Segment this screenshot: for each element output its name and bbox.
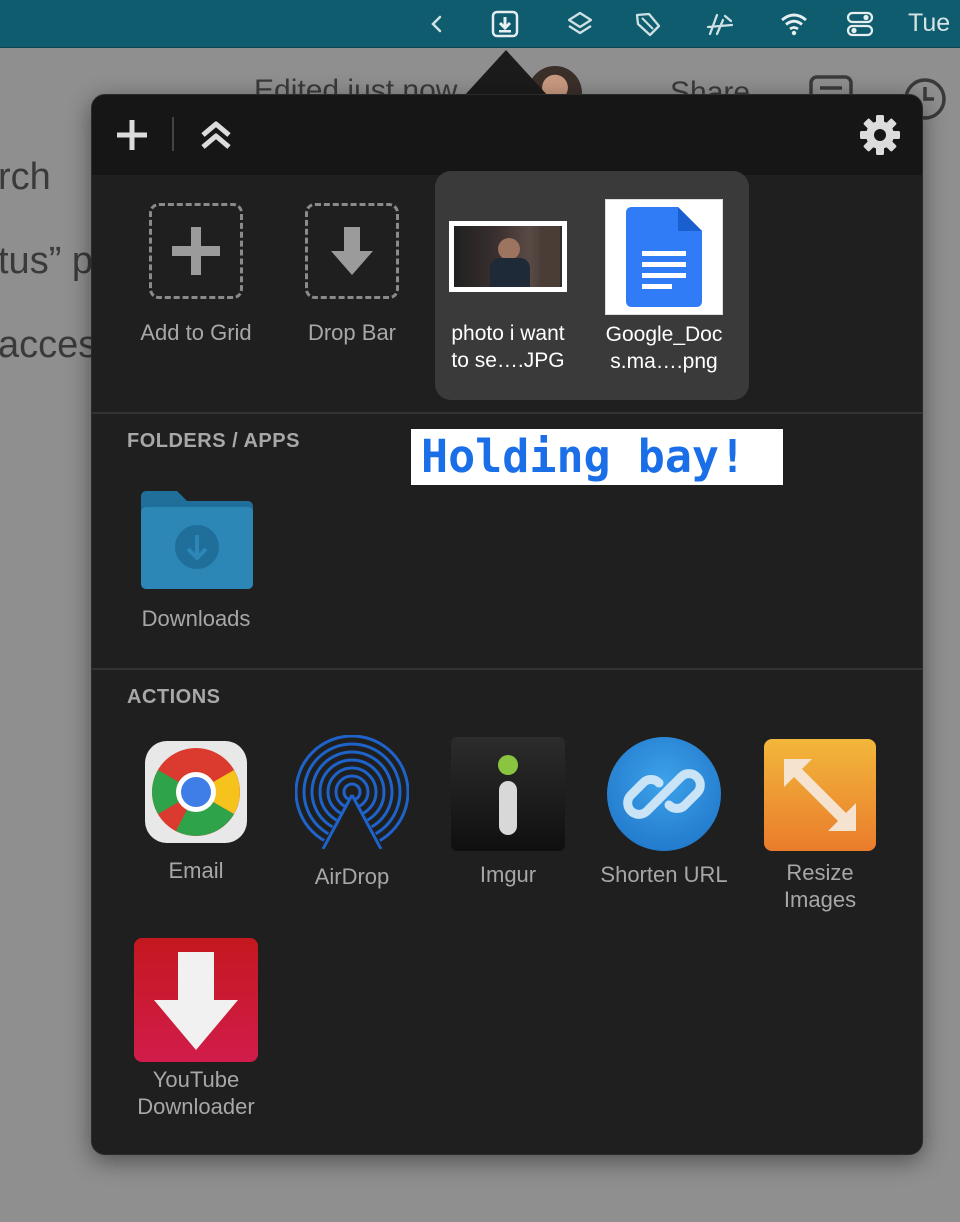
- section-divider: [92, 412, 922, 414]
- airdrop-label: AirDrop: [314, 864, 390, 889]
- drop-bar-label: Drop Bar: [307, 320, 397, 345]
- flight-icon[interactable]: [703, 8, 737, 40]
- add-to-grid-icon: [149, 203, 243, 299]
- menubar-clock[interactable]: Tue: [908, 9, 950, 38]
- dropzone-icon[interactable]: [488, 8, 522, 40]
- section-divider: [92, 668, 922, 670]
- gear-icon[interactable]: [856, 111, 904, 159]
- double-chevron-up-icon[interactable]: [192, 111, 240, 159]
- youtube-label-line2: Downloader: [137, 1094, 255, 1119]
- resize-images-label-line2: Images: [783, 887, 857, 912]
- control-center-icon[interactable]: [843, 8, 877, 40]
- email-label: Email: [168, 858, 224, 883]
- holding-bay-annotation: Holding bay!: [411, 429, 783, 485]
- doc-line: rch: [0, 156, 51, 198]
- toolbar-separator: [172, 117, 174, 151]
- folder-download-icon: [137, 489, 255, 591]
- shorten-url-label: Shorten URL: [600, 862, 728, 887]
- imgur-label: Imgur: [479, 862, 537, 887]
- email-action[interactable]: Email: [118, 741, 274, 884]
- folders-apps-heading: FOLDERS / APPS: [127, 430, 300, 452]
- shorten-url-action[interactable]: Shorten URL: [586, 737, 742, 888]
- downloads-folder[interactable]: Downloads: [121, 489, 271, 632]
- file-name-line1: photo i want: [451, 322, 565, 345]
- youtube-label-line1: YouTube: [152, 1067, 240, 1092]
- holding-bay-file[interactable]: photo i want to se….JPG: [433, 199, 583, 374]
- actions-heading: ACTIONS: [127, 686, 221, 708]
- downloads-label: Downloads: [141, 606, 251, 631]
- add-to-grid-label: Add to Grid: [140, 320, 252, 345]
- google-docs-icon: [605, 199, 723, 315]
- imgur-action[interactable]: Imgur: [430, 737, 586, 888]
- youtube-downloader-action[interactable]: YouTube Downloader: [118, 938, 274, 1120]
- resize-images-action[interactable]: Resize Images: [742, 739, 898, 913]
- dropzone-panel: Add to Grid Drop Bar photo i want to se……: [91, 94, 923, 1155]
- airdrop-action[interactable]: AirDrop: [274, 735, 430, 890]
- drop-arrow-icon: [305, 203, 399, 299]
- chevron-left-icon[interactable]: [420, 8, 454, 40]
- airdrop-icon: [295, 735, 409, 849]
- drop-bar-button[interactable]: Drop Bar: [277, 203, 427, 346]
- resize-icon: [764, 739, 876, 851]
- menu-bar: Tue: [0, 0, 960, 48]
- photo-thumbnail: [449, 221, 567, 292]
- download-arrow-icon: [134, 938, 258, 1062]
- layers-icon[interactable]: [563, 8, 597, 40]
- tag-icon[interactable]: [631, 8, 665, 40]
- chrome-icon: [145, 741, 247, 843]
- panel-toolbar: [92, 95, 922, 175]
- plus-icon[interactable]: [108, 111, 156, 159]
- file-name-line2: to se….JPG: [451, 349, 565, 372]
- file-name-line1: Google_Doc: [605, 323, 723, 346]
- wifi-icon[interactable]: [777, 8, 811, 40]
- resize-images-label-line1: Resize: [786, 860, 854, 885]
- link-icon: [607, 737, 721, 851]
- holding-bay[interactable]: photo i want to se….JPG Google_Doc s.ma……: [435, 171, 749, 400]
- imgur-icon: [451, 737, 565, 851]
- holding-bay-file[interactable]: Google_Doc s.ma….png: [589, 199, 739, 375]
- popover-caret: [464, 50, 548, 96]
- add-to-grid-button[interactable]: Add to Grid: [121, 203, 271, 346]
- file-name-line2: s.ma….png: [610, 350, 718, 373]
